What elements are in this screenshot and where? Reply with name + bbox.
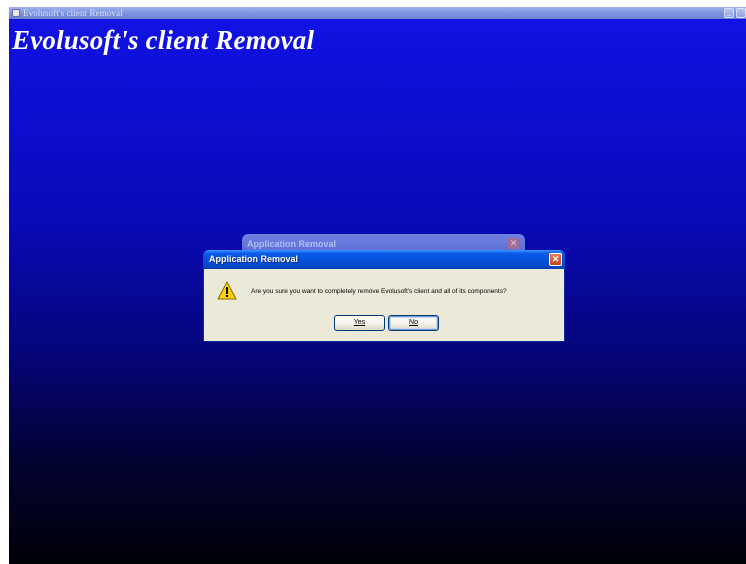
app-icon xyxy=(12,9,20,17)
close-icon[interactable]: ✕ xyxy=(549,253,562,266)
dialog-message: Are you sure you want to completely remo… xyxy=(251,288,507,295)
close-icon: ✕ xyxy=(508,238,519,249)
installer-titlebar[interactable]: Evolusoft's client Removal _ xyxy=(9,7,746,19)
background-dialog-title: Application Removal xyxy=(247,239,337,249)
yes-button[interactable]: Yes xyxy=(334,315,385,331)
maximize-icon[interactable] xyxy=(736,8,746,18)
window-controls: _ xyxy=(722,8,746,18)
confirm-dialog: Application Removal ✕ Are you sure you w… xyxy=(203,250,565,342)
installer-window-title: Evolusoft's client Removal xyxy=(23,8,123,18)
dialog-title: Application Removal xyxy=(209,254,299,264)
warning-icon xyxy=(217,281,237,300)
no-button[interactable]: No xyxy=(388,315,439,331)
dialog-titlebar[interactable]: Application Removal ✕ xyxy=(203,250,565,269)
page-title: Evolusoft's client Removal xyxy=(12,25,315,55)
minimize-icon[interactable]: _ xyxy=(724,8,734,18)
